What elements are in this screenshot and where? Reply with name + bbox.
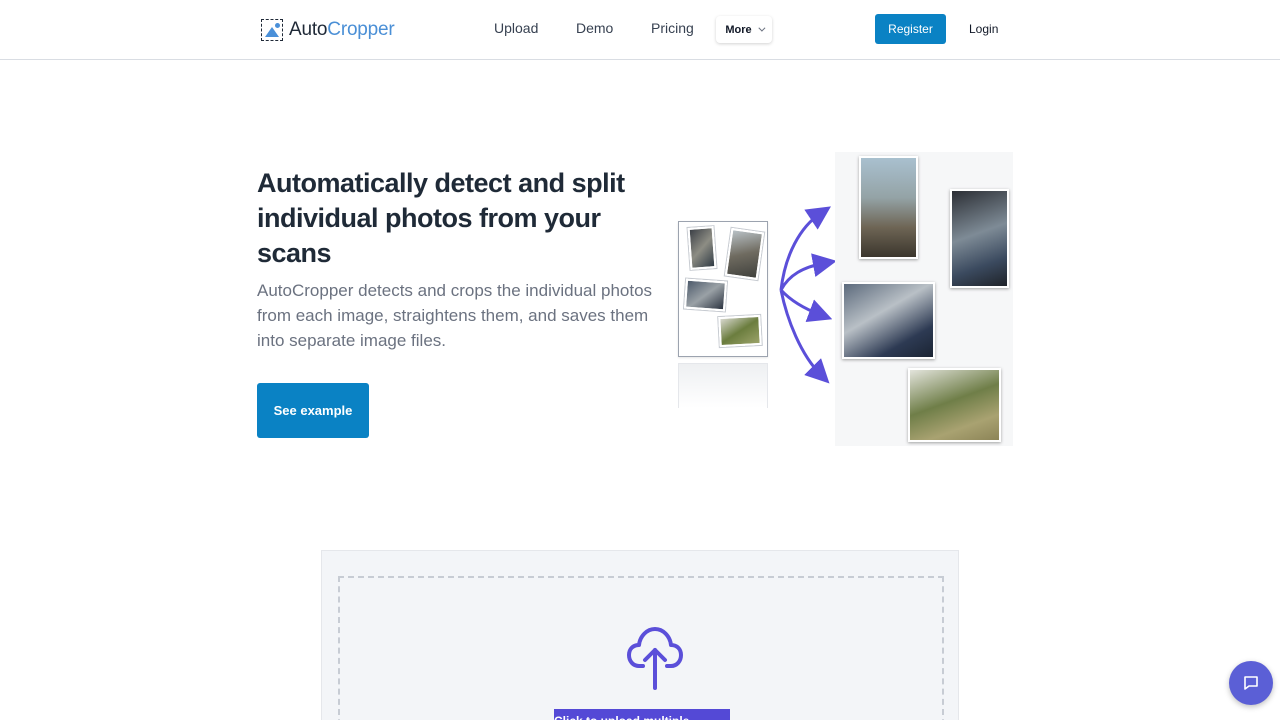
cropped-photo — [950, 189, 1009, 288]
cloud-upload-icon — [627, 627, 683, 690]
hero-title: Automatically detect and split individua… — [257, 168, 625, 268]
nav-more-dropdown[interactable]: More — [716, 16, 772, 43]
see-example-button[interactable]: See example — [257, 383, 369, 438]
chat-bubble-icon — [1244, 676, 1258, 690]
upload-section: Click to upload multiple images — [321, 550, 959, 720]
upload-images-button[interactable]: Click to upload multiple images — [554, 709, 730, 720]
brand-name: AutoCropper — [289, 19, 395, 40]
scan-reflection — [678, 363, 768, 408]
brand-logo[interactable]: AutoCropper — [260, 15, 395, 45]
scanned-page-image — [678, 221, 768, 357]
split-arrows-icon — [779, 206, 835, 384]
site-header: AutoCropper Upload Demo Pricing More Reg… — [0, 0, 1280, 60]
hero-subtitle: AutoCropper detects and crops the indivi… — [257, 281, 653, 350]
nav-upload-link[interactable]: Upload — [494, 20, 538, 36]
more-label: More — [725, 23, 752, 36]
login-link[interactable]: Login — [969, 22, 998, 36]
cropped-photo — [842, 282, 935, 359]
crop-image-icon — [260, 18, 284, 42]
hero-illustration — [675, 150, 1015, 450]
upload-dropzone[interactable]: Click to upload multiple images — [338, 576, 944, 720]
nav-demo-link[interactable]: Demo — [576, 20, 613, 36]
cropped-photo — [908, 368, 1001, 442]
nav-pricing-link[interactable]: Pricing — [651, 20, 694, 36]
register-button[interactable]: Register — [875, 14, 946, 44]
chat-button[interactable] — [1229, 661, 1273, 705]
cropped-photo — [859, 156, 918, 259]
chevron-down-icon — [758, 24, 766, 32]
cropped-photos-panel — [835, 152, 1013, 446]
